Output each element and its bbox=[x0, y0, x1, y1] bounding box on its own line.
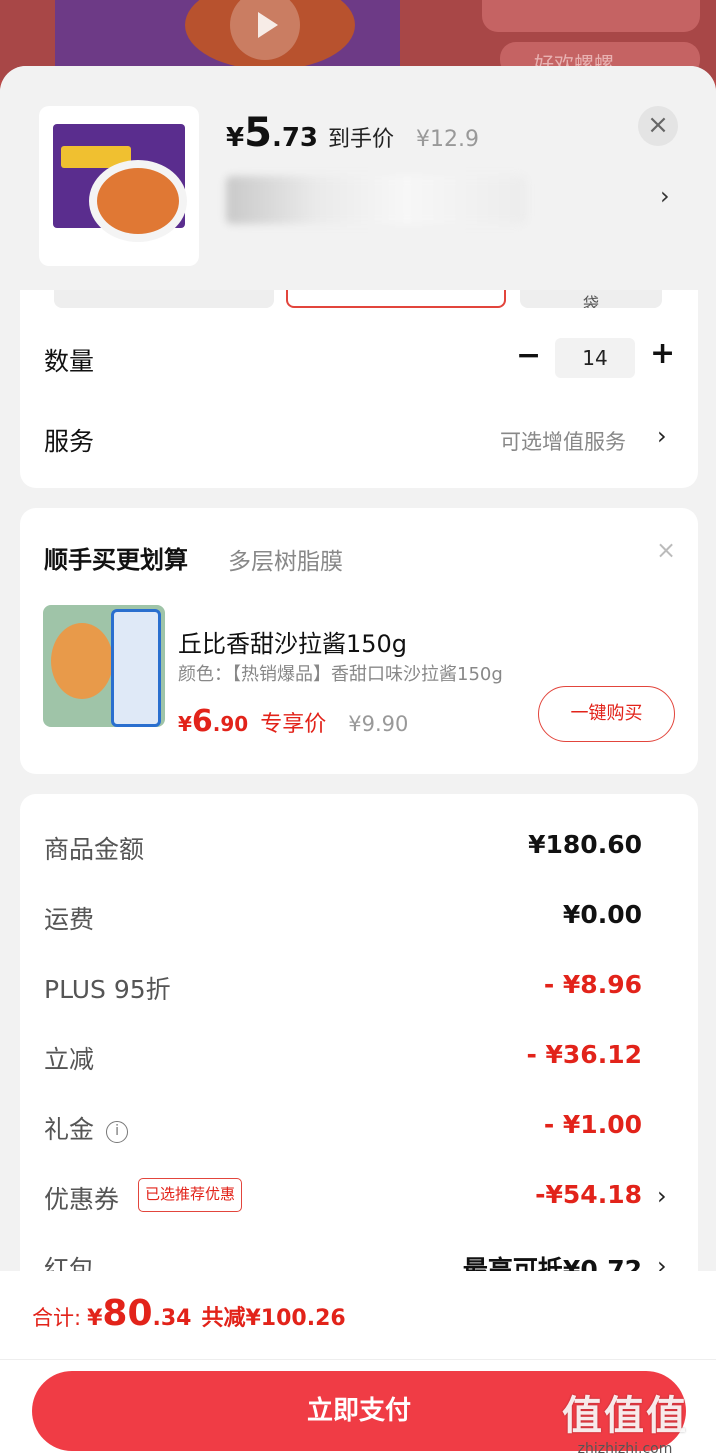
one-click-buy-button[interactable]: 一键购买 bbox=[538, 686, 675, 742]
addon-subtitle: 多层树脂膜 bbox=[228, 549, 343, 575]
total-decimal: .34 bbox=[152, 1306, 192, 1331]
product-thumbnail bbox=[39, 106, 199, 266]
price-row-gift-money: 礼金 i - ¥1.00 bbox=[44, 1110, 642, 1144]
addon-title: 顺手买更划算 bbox=[44, 546, 188, 574]
quantity-decrease-button[interactable]: − bbox=[516, 338, 541, 373]
background-chip bbox=[482, 0, 700, 32]
sheet-header: ¥ 5 .73 到手价 ¥12.9 › × bbox=[0, 66, 716, 290]
option-chip[interactable] bbox=[54, 290, 274, 308]
final-price: ¥ 5 .73 到手价 ¥12.9 bbox=[226, 110, 479, 156]
service-label: 服务 bbox=[44, 427, 95, 456]
price-currency: ¥ bbox=[226, 123, 245, 153]
service-value[interactable]: 可选增值服务 bbox=[500, 426, 626, 456]
addon-price-label: 专享价 bbox=[260, 712, 327, 737]
price-breakdown-card: 商品金额 ¥180.60 运费 ¥0.00 PLUS 95折 - ¥8.96 立… bbox=[20, 794, 698, 1314]
option-chip-selected[interactable] bbox=[286, 290, 506, 308]
addon-price-integer: 6 bbox=[191, 704, 213, 739]
chevron-right-icon[interactable]: › bbox=[657, 1182, 667, 1210]
checkout-sheet: ¥ 5 .73 到手价 ¥12.9 › × 袋 数量 − 14 + 服务 可选增… bbox=[0, 66, 716, 1456]
price-row-plus-discount: PLUS 95折 - ¥8.96 bbox=[44, 970, 642, 1004]
total-integer: 80 bbox=[102, 1293, 153, 1334]
background-product-video bbox=[55, 0, 400, 75]
total-saved: 共减¥100.26 bbox=[201, 1306, 346, 1331]
price-row-instant-discount: 立减 - ¥36.12 bbox=[44, 1040, 642, 1074]
total-label: 合计: bbox=[32, 1306, 82, 1330]
addon-product-image[interactable] bbox=[43, 605, 165, 727]
selected-sku-blurred[interactable] bbox=[226, 176, 526, 224]
total-price: 合计: ¥ 80 .34 共减¥100.26 bbox=[32, 1293, 346, 1334]
checkout-bar: 合计: ¥ 80 .34 共减¥100.26 立即支付 值值值 zhizhizh… bbox=[0, 1271, 716, 1456]
options-card: 袋 数量 − 14 + 服务 可选增值服务 › bbox=[20, 256, 698, 488]
addon-price-decimal: .90 bbox=[212, 712, 249, 736]
price-row-subtotal: 商品金额 ¥180.60 bbox=[44, 830, 642, 864]
addon-original-price: ¥9.90 bbox=[348, 712, 409, 736]
price-row-coupon[interactable]: 优惠券 已选推荐优惠 -¥54.18 › bbox=[20, 1178, 698, 1220]
coupon-badge: 已选推荐优惠 bbox=[138, 1178, 243, 1212]
total-currency: ¥ bbox=[87, 1306, 103, 1331]
info-icon[interactable]: i bbox=[106, 1121, 129, 1143]
product-bowl bbox=[89, 160, 187, 242]
chevron-right-icon[interactable]: › bbox=[657, 422, 667, 450]
addon-product-spec: 颜色：【热销爆品】香甜口味沙拉酱150g bbox=[178, 664, 503, 685]
addon-price: ¥ 6 .90 专享价 ¥9.90 bbox=[178, 704, 408, 739]
quantity-increase-button[interactable]: + bbox=[650, 336, 675, 371]
price-tag: 到手价 bbox=[328, 127, 395, 152]
close-icon[interactable]: × bbox=[656, 536, 676, 564]
chevron-right-icon[interactable]: › bbox=[660, 182, 670, 210]
divider bbox=[0, 1359, 716, 1360]
addon-product-name[interactable]: 丘比香甜沙拉酱150g bbox=[178, 624, 407, 659]
price-integer: 5 bbox=[244, 110, 272, 156]
price-decimal: .73 bbox=[271, 123, 318, 153]
addon-card: 顺手买更划算 多层树脂膜 × 丘比香甜沙拉酱150g 颜色：【热销爆品】香甜口味… bbox=[20, 508, 698, 774]
price-row-shipping: 运费 ¥0.00 bbox=[44, 900, 642, 934]
addon-price-currency: ¥ bbox=[178, 712, 192, 736]
close-button[interactable]: × bbox=[638, 106, 678, 146]
watermark-logo: 值值值 zhizhizhi.com bbox=[562, 1393, 688, 1456]
quantity-label: 数量 bbox=[44, 347, 95, 376]
original-price: ¥12.9 bbox=[416, 127, 479, 152]
quantity-input[interactable]: 14 bbox=[555, 338, 635, 378]
option-chip[interactable]: 袋 bbox=[520, 290, 662, 308]
